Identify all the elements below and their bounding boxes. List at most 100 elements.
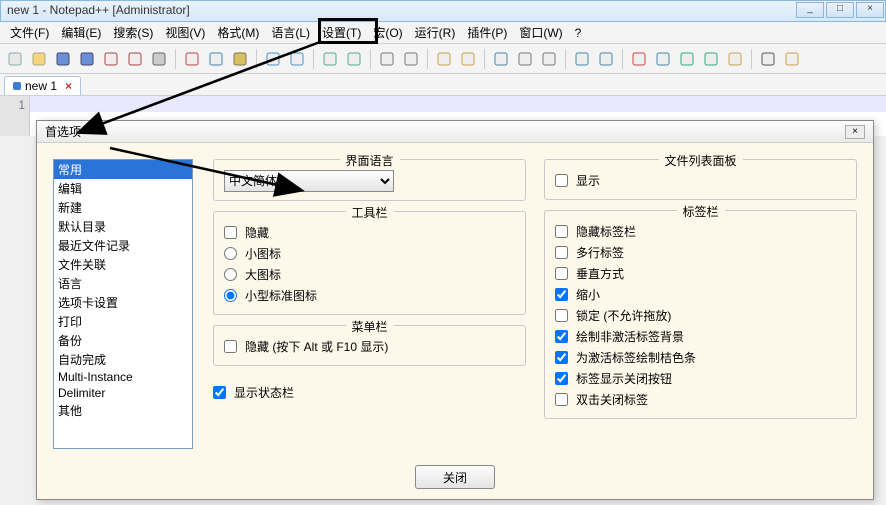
category-item[interactable]: 编辑 bbox=[54, 179, 192, 198]
menu-item-0[interactable]: 文件(F) bbox=[4, 22, 55, 43]
sync-v-icon[interactable] bbox=[433, 48, 455, 70]
tab-show-close-label: 标签显示关闭按钮 bbox=[576, 370, 672, 387]
std-icons-radio[interactable] bbox=[224, 289, 237, 302]
replace-icon[interactable] bbox=[343, 48, 365, 70]
toolbar-hide-checkbox[interactable] bbox=[224, 226, 237, 239]
menu-item-10[interactable]: 窗口(W) bbox=[513, 22, 568, 43]
minimize-button[interactable]: _ bbox=[796, 2, 824, 18]
func-list-icon[interactable] bbox=[571, 48, 593, 70]
menu-item-8[interactable]: 运行(R) bbox=[409, 22, 462, 43]
menu-item-9[interactable]: 插件(P) bbox=[461, 22, 513, 43]
category-item[interactable]: 常用 bbox=[54, 160, 192, 179]
category-item[interactable]: Multi-Instance bbox=[54, 369, 192, 385]
print-icon[interactable] bbox=[148, 48, 170, 70]
spell-icon[interactable] bbox=[757, 48, 779, 70]
doclist-group-title: 文件列表面板 bbox=[658, 152, 742, 169]
category-item[interactable]: 其他 bbox=[54, 401, 192, 420]
menu-item-5[interactable]: 语言(L) bbox=[265, 22, 316, 43]
play-multi-icon[interactable] bbox=[700, 48, 722, 70]
menu-item-4[interactable]: 格式(M) bbox=[211, 22, 265, 43]
category-item[interactable]: 文件关联 bbox=[54, 255, 192, 274]
tab-close-icon[interactable]: × bbox=[65, 79, 72, 93]
category-item[interactable]: 新建 bbox=[54, 198, 192, 217]
open-file-icon[interactable] bbox=[28, 48, 50, 70]
record-macro-icon[interactable] bbox=[628, 48, 650, 70]
cut-icon[interactable] bbox=[181, 48, 203, 70]
tab-hide-label: 隐藏标签栏 bbox=[576, 223, 636, 240]
category-item[interactable]: 语言 bbox=[54, 274, 192, 293]
window-controls: _ □ × bbox=[796, 2, 884, 18]
window-close-button[interactable]: × bbox=[856, 2, 884, 18]
tab-shrink-checkbox[interactable] bbox=[555, 288, 568, 301]
tab-vert-label: 垂直方式 bbox=[576, 265, 624, 282]
menubar-hide-checkbox[interactable] bbox=[224, 340, 237, 353]
menu-item-6[interactable]: 设置(T) bbox=[316, 22, 367, 43]
paste-icon[interactable] bbox=[229, 48, 251, 70]
tab-label: new 1 bbox=[25, 79, 57, 93]
toolbar-hide-label: 隐藏 bbox=[245, 224, 269, 241]
toolbar-separator bbox=[256, 49, 257, 69]
sync-h-icon[interactable] bbox=[457, 48, 479, 70]
menu-item-11[interactable]: ? bbox=[569, 24, 588, 42]
zoom-out-icon[interactable] bbox=[400, 48, 422, 70]
statusbar-checkbox[interactable] bbox=[213, 386, 226, 399]
tab-inactive-bg-label: 绘制非激活标签背景 bbox=[576, 328, 684, 345]
big-icons-label: 大图标 bbox=[245, 266, 281, 283]
category-item[interactable]: 备份 bbox=[54, 331, 192, 350]
tab-vert-checkbox[interactable] bbox=[555, 267, 568, 280]
tabbar-group: 标签栏 隐藏标签栏 多行标签 垂直方式 缩小 锁定 (不允许拖放) 绘制非激活标… bbox=[544, 210, 857, 419]
new-file-icon[interactable] bbox=[4, 48, 26, 70]
document-tab[interactable]: new 1 × bbox=[4, 76, 81, 95]
close-icon[interactable] bbox=[100, 48, 122, 70]
small-icons-radio[interactable] bbox=[224, 247, 237, 260]
tab-multi-checkbox[interactable] bbox=[555, 246, 568, 259]
menu-bar: 文件(F)编辑(E)搜索(S)视图(V)格式(M)语言(L)设置(T)宏(O)运… bbox=[0, 22, 886, 44]
save-icon[interactable] bbox=[52, 48, 74, 70]
category-list[interactable]: 常用编辑新建默认目录最近文件记录文件关联语言选项卡设置打印备份自动完成Multi… bbox=[53, 159, 193, 449]
dialog-close-icon[interactable]: × bbox=[845, 125, 865, 139]
zoom-in-icon[interactable] bbox=[376, 48, 398, 70]
category-item[interactable]: 自动完成 bbox=[54, 350, 192, 369]
tab-hide-checkbox[interactable] bbox=[555, 225, 568, 238]
maximize-button[interactable]: □ bbox=[826, 2, 854, 18]
save-macro-icon[interactable] bbox=[724, 48, 746, 70]
tab-active-bar-checkbox[interactable] bbox=[555, 351, 568, 364]
menu-item-3[interactable]: 视图(V) bbox=[159, 22, 211, 43]
toolbar-separator bbox=[427, 49, 428, 69]
menu-item-1[interactable]: 编辑(E) bbox=[55, 22, 107, 43]
indent-guide-icon[interactable] bbox=[538, 48, 560, 70]
copy-icon[interactable] bbox=[205, 48, 227, 70]
category-item[interactable]: 最近文件记录 bbox=[54, 236, 192, 255]
redo-icon[interactable] bbox=[286, 48, 308, 70]
toolbar-separator bbox=[565, 49, 566, 69]
undo-icon[interactable] bbox=[262, 48, 284, 70]
category-item[interactable]: Delimiter bbox=[54, 385, 192, 401]
tab-inactive-bg-checkbox[interactable] bbox=[555, 330, 568, 343]
dialog-close-button[interactable]: 关闭 bbox=[415, 465, 495, 489]
category-item[interactable]: 打印 bbox=[54, 312, 192, 331]
language-select[interactable]: 中文简体 bbox=[224, 170, 394, 192]
stop-macro-icon[interactable] bbox=[652, 48, 674, 70]
doc-map-icon[interactable] bbox=[595, 48, 617, 70]
window-titlebar: new 1 - Notepad++ [Administrator] _ □ × bbox=[0, 0, 886, 22]
toolbar-separator bbox=[622, 49, 623, 69]
find-icon[interactable] bbox=[319, 48, 341, 70]
close-all-icon[interactable] bbox=[124, 48, 146, 70]
wrap-icon[interactable] bbox=[490, 48, 512, 70]
tab-lock-checkbox[interactable] bbox=[555, 309, 568, 322]
toolbar-separator bbox=[175, 49, 176, 69]
std-icons-label: 小型标准图标 bbox=[245, 287, 317, 304]
all-chars-icon[interactable] bbox=[514, 48, 536, 70]
category-item[interactable]: 默认目录 bbox=[54, 217, 192, 236]
line-gutter: 1 bbox=[0, 96, 30, 136]
menu-item-2[interactable]: 搜索(S) bbox=[107, 22, 159, 43]
spell2-icon[interactable] bbox=[781, 48, 803, 70]
save-all-icon[interactable] bbox=[76, 48, 98, 70]
doclist-show-checkbox[interactable] bbox=[555, 174, 568, 187]
tab-show-close-checkbox[interactable] bbox=[555, 372, 568, 385]
play-macro-icon[interactable] bbox=[676, 48, 698, 70]
category-item[interactable]: 选项卡设置 bbox=[54, 293, 192, 312]
menu-item-7[interactable]: 宏(O) bbox=[367, 22, 408, 43]
big-icons-radio[interactable] bbox=[224, 268, 237, 281]
tab-dbl-close-checkbox[interactable] bbox=[555, 393, 568, 406]
